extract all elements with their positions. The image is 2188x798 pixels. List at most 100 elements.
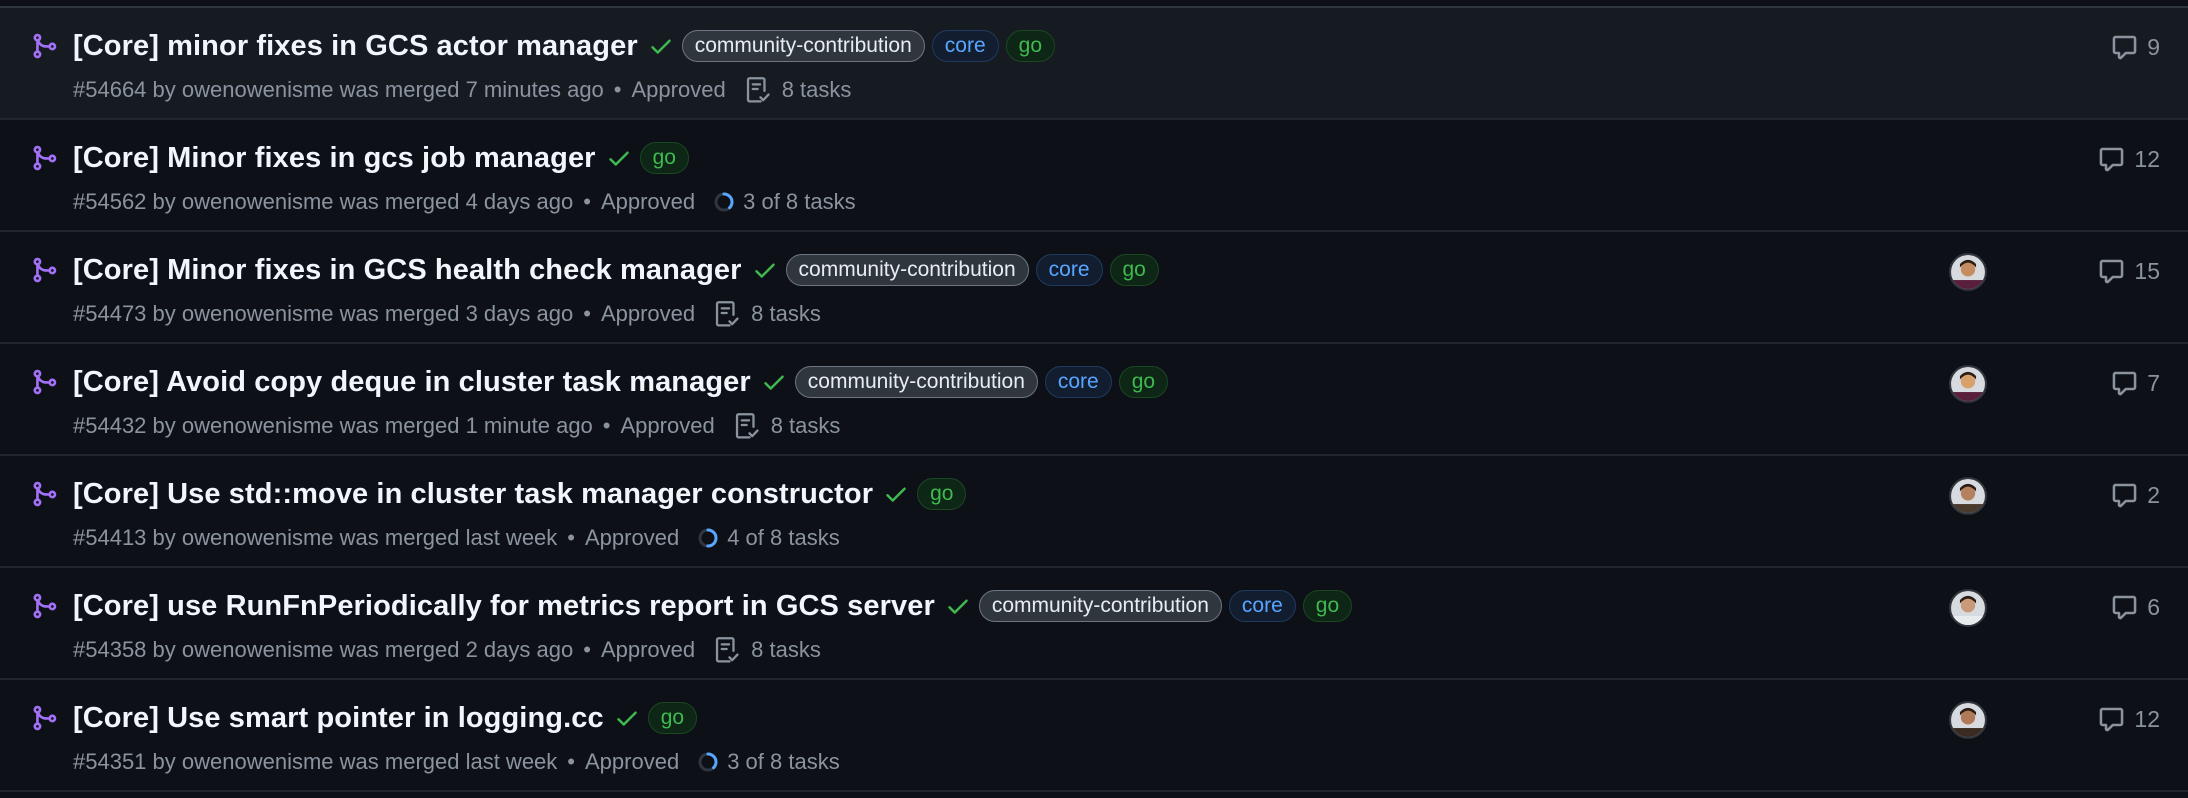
- title-line: [Core] minor fixes in GCS actor manager c…: [73, 24, 1062, 68]
- assignee-avatar[interactable]: [1949, 365, 1987, 403]
- pr-number: #54562: [73, 189, 147, 214]
- check-status-icon[interactable]: [648, 33, 674, 59]
- comments-link[interactable]: 12: [2098, 702, 2160, 736]
- task-count[interactable]: 8 tasks: [771, 413, 841, 439]
- comment-count: 12: [2134, 705, 2160, 732]
- pr-title-link[interactable]: [Core] use RunFnPeriodically for metrics…: [73, 590, 935, 623]
- review-status[interactable]: Approved: [585, 749, 679, 775]
- title-line: [Core] Use smart pointer in logging.cc go: [73, 696, 704, 740]
- task-progress-icon: [713, 191, 735, 213]
- label-go[interactable]: go: [639, 142, 689, 174]
- merge-info[interactable]: by owenowenisme was merged 4 days ago: [153, 189, 574, 215]
- label-core[interactable]: core: [1035, 254, 1103, 286]
- task-count[interactable]: 8 tasks: [751, 301, 821, 327]
- review-status[interactable]: Approved: [601, 301, 695, 327]
- comment-count: 6: [2147, 593, 2160, 620]
- review-status[interactable]: Approved: [621, 413, 715, 439]
- pull-request-row[interactable]: [Core] Use std::move in cluster task man…: [0, 456, 2188, 568]
- pull-request-row[interactable]: [Core] Use smart pointer in logging.cc go…: [0, 680, 2188, 792]
- label-core[interactable]: core: [1228, 590, 1296, 622]
- check-status-icon[interactable]: [883, 481, 909, 507]
- label-community-contribution[interactable]: community-contribution: [785, 254, 1029, 286]
- pr-title-link[interactable]: [Core] Minor fixes in GCS health check m…: [73, 254, 742, 287]
- label-community-contribution[interactable]: community-contribution: [794, 366, 1038, 398]
- pull-request-row[interactable]: [Core] Minor fixes in gcs job manager go #…: [0, 120, 2188, 232]
- comment-count: 9: [2147, 33, 2160, 60]
- label-core[interactable]: core: [931, 30, 999, 62]
- check-status-icon[interactable]: [606, 145, 632, 171]
- task-progress-icon: [697, 751, 719, 773]
- check-status-icon[interactable]: [614, 705, 640, 731]
- comment-icon: [2111, 370, 2147, 397]
- pr-title-link[interactable]: [Core] minor fixes in GCS actor manager: [73, 30, 638, 63]
- pr-title-link[interactable]: [Core] Avoid copy deque in cluster task …: [73, 366, 751, 399]
- pull-request-row[interactable]: [Core] Avoid copy deque in cluster task …: [0, 344, 2188, 456]
- label-community-contribution[interactable]: community-contribution: [978, 590, 1222, 622]
- meta-line: #54413 by owenowenisme was merged last w…: [73, 522, 840, 554]
- review-status[interactable]: Approved: [601, 189, 695, 215]
- merge-info[interactable]: by owenowenisme was merged 7 minutes ago: [153, 77, 604, 103]
- pr-number: #54664: [73, 77, 147, 102]
- comments-link[interactable]: 2: [2111, 478, 2160, 512]
- comment-icon: [2111, 482, 2147, 509]
- task-count[interactable]: 3 of 8 tasks: [743, 189, 856, 215]
- task-count[interactable]: 4 of 8 tasks: [727, 525, 840, 551]
- merge-info[interactable]: by owenowenisme was merged last week: [153, 525, 558, 551]
- comments-link[interactable]: 9: [2111, 30, 2160, 64]
- assignee-avatar[interactable]: [1949, 477, 1987, 515]
- comments-link[interactable]: 15: [2098, 254, 2160, 288]
- label-go[interactable]: go: [1118, 366, 1169, 398]
- merged-pr-icon: [30, 144, 58, 172]
- title-line: [Core] Use std::move in cluster task man…: [73, 472, 973, 516]
- comment-icon: [2098, 706, 2134, 733]
- review-status[interactable]: Approved: [601, 637, 695, 663]
- label-go[interactable]: go: [917, 478, 967, 510]
- pull-request-list: [Core] minor fixes in GCS actor manager c…: [0, 8, 2188, 792]
- label-go[interactable]: go: [1302, 590, 1353, 622]
- merged-pr-icon: [30, 32, 58, 60]
- separator-dot: •: [567, 749, 575, 774]
- check-status-icon[interactable]: [945, 593, 971, 619]
- separator-dot: •: [567, 525, 575, 550]
- label-community-contribution[interactable]: community-contribution: [681, 30, 925, 62]
- label-go[interactable]: go: [1005, 30, 1056, 62]
- title-line: [Core] Minor fixes in gcs job manager go: [73, 136, 696, 180]
- assignee-avatar[interactable]: [1949, 253, 1987, 291]
- pr-title-link[interactable]: [Core] Use std::move in cluster task man…: [73, 478, 873, 511]
- merge-info[interactable]: by owenowenisme was merged 1 minute ago: [153, 413, 593, 439]
- merged-pr-icon: [30, 368, 58, 396]
- comments-link[interactable]: 6: [2111, 590, 2160, 624]
- assignee-avatar[interactable]: [1949, 589, 1987, 627]
- comment-icon: [2111, 34, 2147, 61]
- pr-title-link[interactable]: [Core] Use smart pointer in logging.cc: [73, 702, 604, 735]
- check-status-icon[interactable]: [761, 369, 787, 395]
- task-count[interactable]: 8 tasks: [751, 637, 821, 663]
- comments-link[interactable]: 7: [2111, 366, 2160, 400]
- label-go[interactable]: go: [1109, 254, 1159, 286]
- task-count[interactable]: 8 tasks: [782, 77, 852, 103]
- pr-title-link[interactable]: [Core] Minor fixes in gcs job manager: [73, 142, 596, 175]
- label-core[interactable]: core: [1044, 366, 1112, 398]
- merge-info[interactable]: by owenowenisme was merged last week: [153, 749, 558, 775]
- tasklist-icon: [733, 411, 761, 441]
- merge-info[interactable]: by owenowenisme was merged 2 days ago: [153, 637, 574, 663]
- task-count[interactable]: 3 of 8 tasks: [727, 749, 840, 775]
- assignee-avatar[interactable]: [1949, 701, 1987, 739]
- pr-number: #54432: [73, 413, 147, 438]
- review-status[interactable]: Approved: [632, 77, 726, 103]
- pr-number: #54351: [73, 749, 147, 774]
- list-top-border: [0, 0, 2188, 8]
- pr-number: #54473: [73, 301, 147, 326]
- comment-count: 15: [2134, 257, 2160, 284]
- comment-icon: [2111, 594, 2147, 621]
- task-progress-icon: [697, 527, 719, 549]
- pull-request-row[interactable]: [Core] use RunFnPeriodically for metrics…: [0, 568, 2188, 680]
- check-status-icon[interactable]: [752, 257, 778, 283]
- label-go[interactable]: go: [647, 702, 698, 734]
- merge-info[interactable]: by owenowenisme was merged 3 days ago: [153, 301, 574, 327]
- pull-request-row[interactable]: [Core] Minor fixes in GCS health check m…: [0, 232, 2188, 344]
- pull-request-row[interactable]: [Core] minor fixes in GCS actor manager c…: [0, 8, 2188, 120]
- comments-link[interactable]: 12: [2098, 142, 2160, 176]
- review-status[interactable]: Approved: [585, 525, 679, 551]
- comment-count: 2: [2147, 481, 2160, 508]
